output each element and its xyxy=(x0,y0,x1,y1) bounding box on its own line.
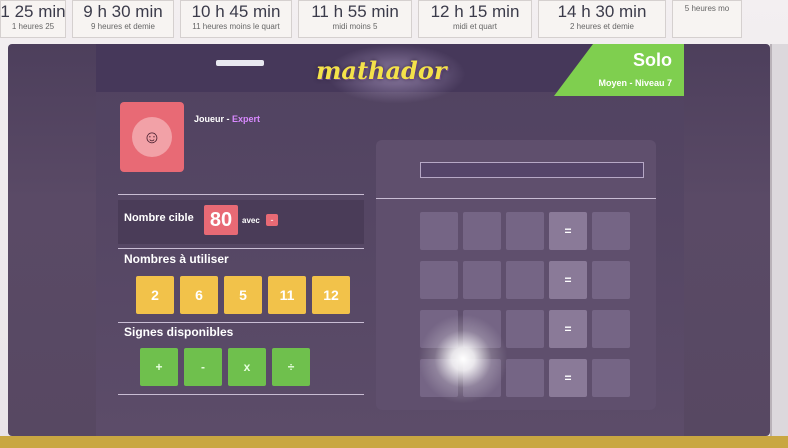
time-card: 5 heures mo xyxy=(672,0,742,38)
operand-slot[interactable] xyxy=(506,212,544,250)
time-card: 12 h 15 min midi et quart xyxy=(418,0,532,38)
result-slot[interactable] xyxy=(592,359,630,397)
number-tile[interactable]: 11 xyxy=(268,276,306,314)
divider xyxy=(118,248,364,249)
time-card-small: midi moins 5 xyxy=(332,22,378,31)
operator-slot[interactable] xyxy=(463,212,501,250)
time-card: 14 h 30 min 2 heures et demie xyxy=(538,0,666,38)
numbers-label: Nombres à utiliser xyxy=(124,252,229,266)
mathador-app: mathador Solo Moyen - Niveau 7 ☺ Joueur … xyxy=(96,44,684,436)
time-card-big: 11 h 55 min xyxy=(311,2,399,21)
mode-title: Solo xyxy=(633,50,672,70)
signs-row: + - x ÷ xyxy=(140,348,310,386)
time-card-big: 9 h 30 min xyxy=(83,2,163,21)
player-separator: - xyxy=(224,114,233,124)
projector-glare xyxy=(418,314,508,404)
time-card: 9 h 30 min 9 heures et demie xyxy=(72,0,174,38)
menu-indicator[interactable] xyxy=(216,60,264,66)
target-number: 80 xyxy=(204,205,238,235)
signs-label: Signes disponibles xyxy=(124,325,234,339)
operand-slot[interactable] xyxy=(420,261,458,299)
time-card-small: midi et quart xyxy=(452,22,498,31)
operand-slot[interactable] xyxy=(506,261,544,299)
time-card-small: 11 heures moins le quart xyxy=(192,22,280,31)
projected-screen: mathador Solo Moyen - Niveau 7 ☺ Joueur … xyxy=(8,44,770,436)
equals-sign: = xyxy=(549,212,587,250)
time-card: 11 h 55 min midi moins 5 xyxy=(298,0,412,38)
equals-sign: = xyxy=(549,310,587,348)
time-card: 10 h 45 min 11 heures moins le quart xyxy=(180,0,292,38)
mode-level: Moyen - Niveau 7 xyxy=(598,78,672,88)
time-card: 1 25 min 1 heures 25 xyxy=(0,0,66,38)
player-avatar: ☺ xyxy=(120,102,184,172)
mathador-logo: mathador xyxy=(316,56,447,85)
time-card-big: 12 h 15 min xyxy=(430,2,520,21)
divider xyxy=(118,322,364,323)
time-card-big: 1 25 min xyxy=(0,2,66,21)
result-slot[interactable] xyxy=(592,310,630,348)
divider xyxy=(376,198,656,199)
divider xyxy=(118,394,364,395)
operator-slot[interactable] xyxy=(463,261,501,299)
number-tile[interactable]: 12 xyxy=(312,276,350,314)
number-tile[interactable]: 2 xyxy=(136,276,174,314)
time-card-small: 2 heures et demie xyxy=(569,22,635,31)
time-card-small: 9 heures et demie xyxy=(90,22,156,31)
equals-sign: = xyxy=(549,261,587,299)
number-tile[interactable]: 5 xyxy=(224,276,262,314)
player-name: Joueur xyxy=(194,114,225,124)
divide-sign-tile[interactable]: ÷ xyxy=(272,348,310,386)
equals-sign: = xyxy=(549,359,587,397)
numbers-row: 2 6 5 11 12 xyxy=(136,276,350,314)
board-ledge xyxy=(0,436,788,448)
operand-slot[interactable] xyxy=(506,359,544,397)
player-info: Joueur - Expert xyxy=(194,114,260,124)
monster-face-icon: ☺ xyxy=(132,117,172,157)
player-level: Expert xyxy=(232,114,261,124)
result-display xyxy=(420,162,644,178)
time-card-big: 14 h 30 min xyxy=(557,2,647,21)
result-slot[interactable] xyxy=(592,212,630,250)
result-slot[interactable] xyxy=(592,261,630,299)
operand-slot[interactable] xyxy=(506,310,544,348)
whiteboard-frame xyxy=(770,44,788,436)
target-label: Nombre cible xyxy=(124,212,194,224)
time-cards-strip: 1 25 min 1 heures 25 9 h 30 min 9 heures… xyxy=(0,0,788,40)
avec-label: avec xyxy=(242,216,260,225)
minus-sign-tile[interactable]: - xyxy=(184,348,222,386)
operand-slot[interactable] xyxy=(420,212,458,250)
time-card-big: 10 h 45 min xyxy=(191,2,281,21)
avec-badge: - xyxy=(266,214,278,226)
divider xyxy=(118,194,364,195)
plus-sign-tile[interactable]: + xyxy=(140,348,178,386)
time-card-small: 1 heures 25 xyxy=(11,22,55,31)
times-sign-tile[interactable]: x xyxy=(228,348,266,386)
time-card-small: 5 heures mo xyxy=(684,4,730,13)
number-tile[interactable]: 6 xyxy=(180,276,218,314)
